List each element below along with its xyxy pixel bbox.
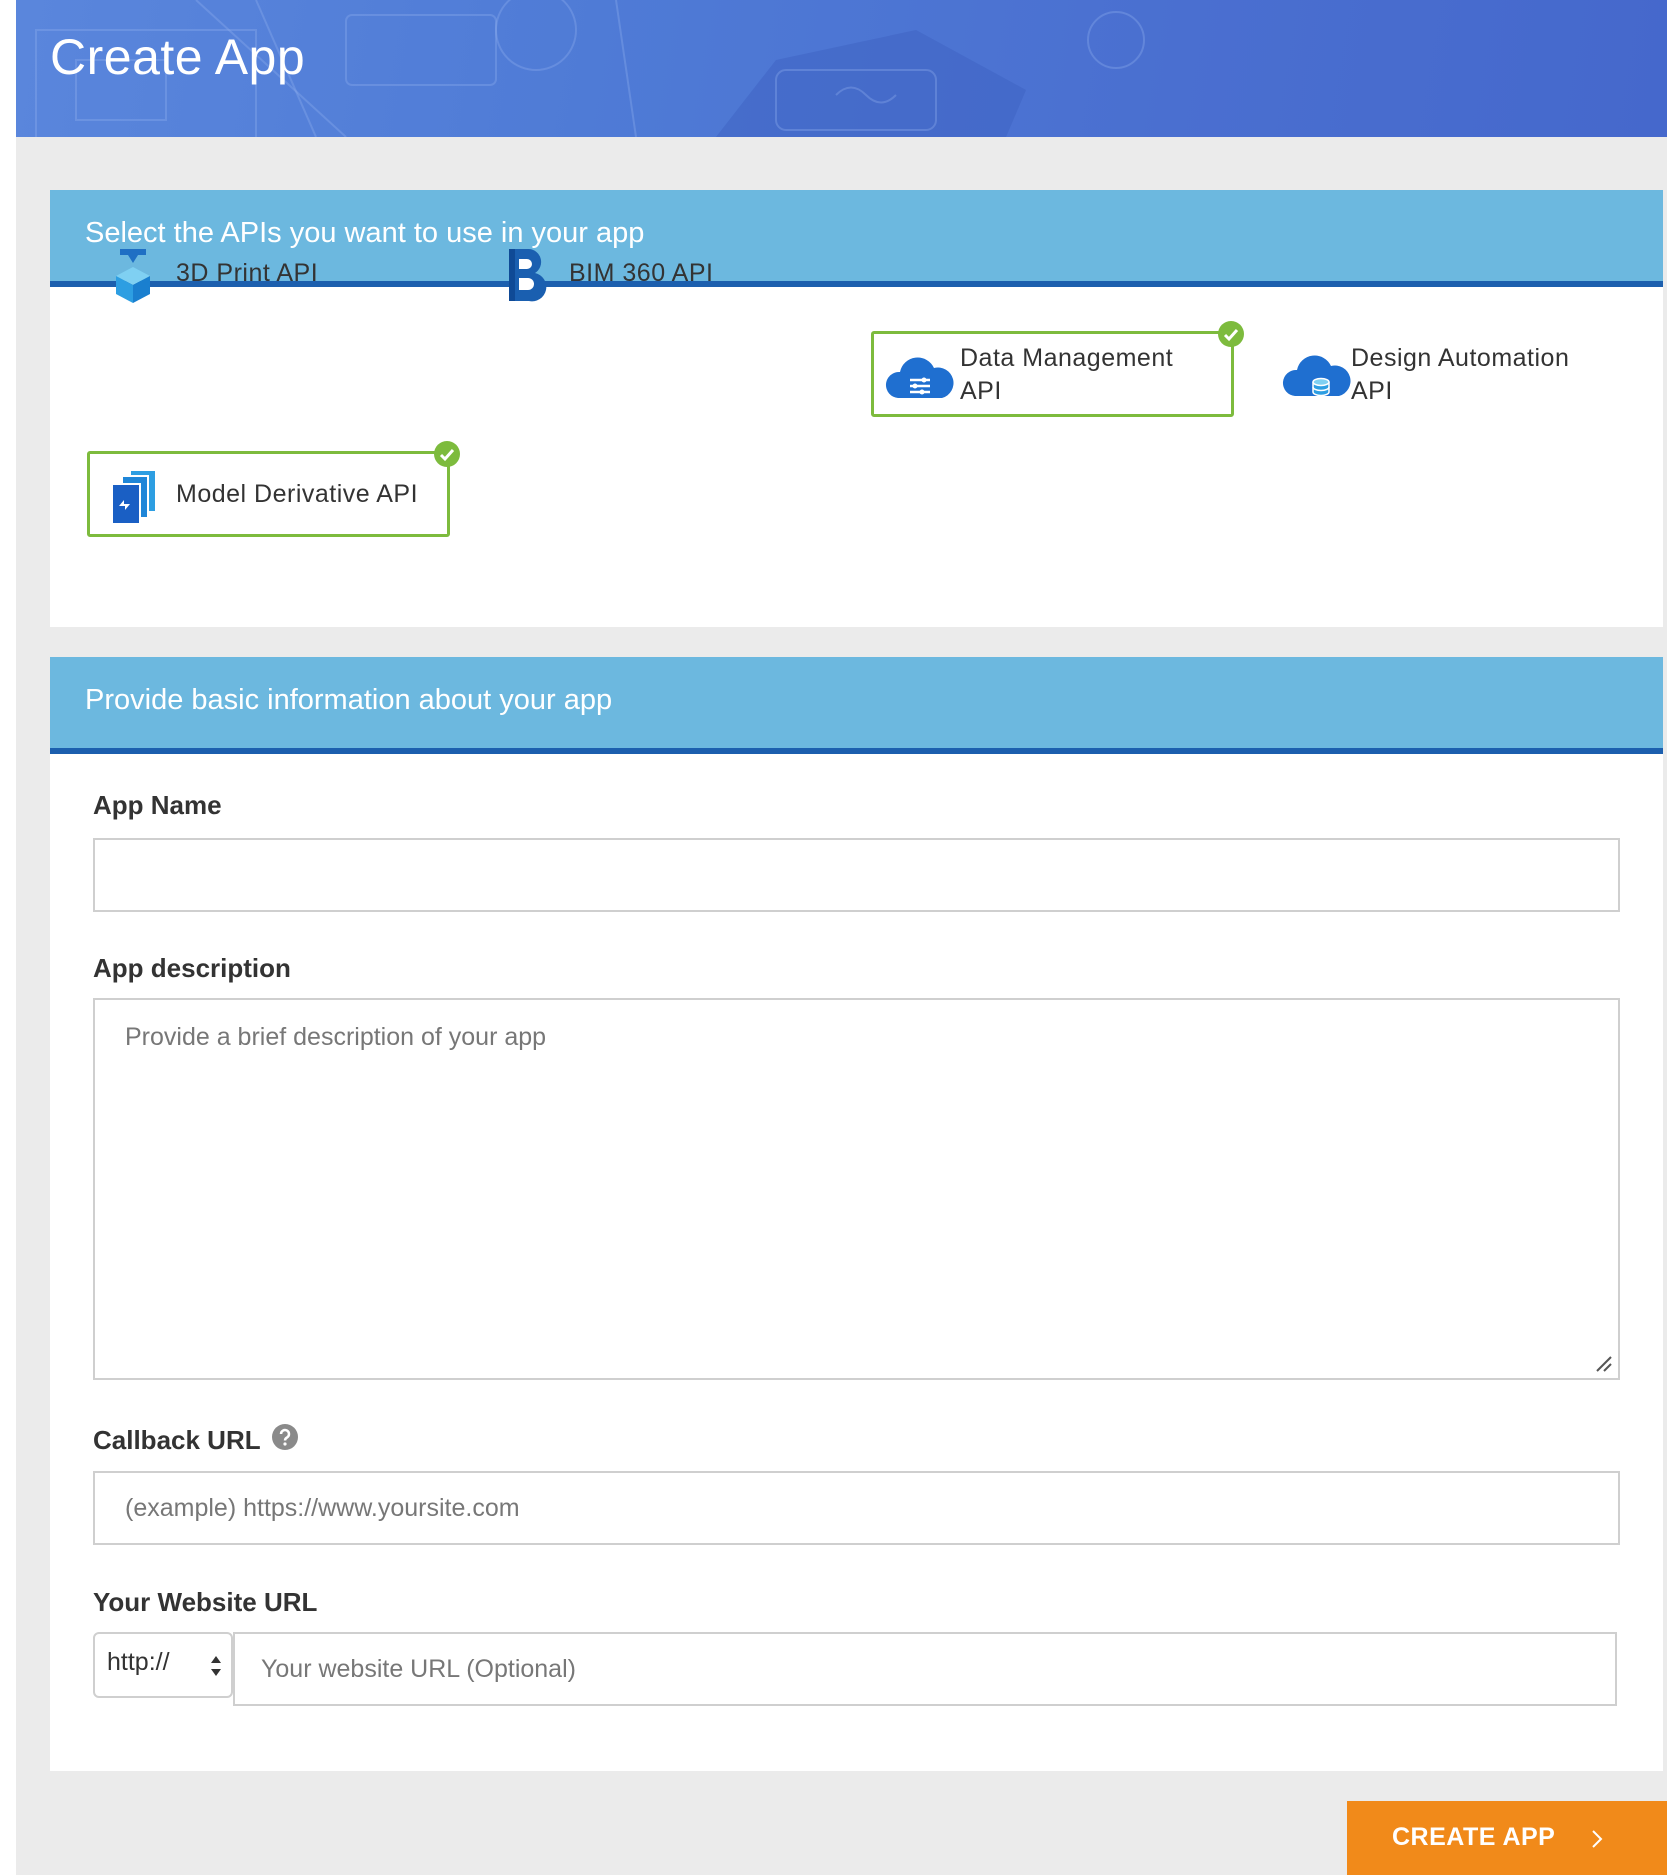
bim360-icon	[509, 249, 547, 302]
app-name-label: App Name	[93, 790, 222, 820]
selected-check-icon	[434, 441, 460, 467]
help-icon[interactable]	[271, 1423, 299, 1451]
api-tile-bim360[interactable]: BIM 360 API	[480, 230, 800, 316]
app-name-input[interactable]	[93, 838, 1620, 912]
api-label-model-derivative: Model Derivative API	[176, 480, 419, 508]
chevron-right-icon	[1592, 1830, 1603, 1848]
api-label-design-automation: Design Automation API	[1351, 344, 1570, 405]
info-section-heading: Provide basic information about your app	[85, 684, 613, 716]
api-tile-data-management[interactable]: Data Management API	[871, 321, 1244, 417]
model-derivative-icon	[111, 469, 157, 525]
create-app-button[interactable]: CREATE APP	[1347, 1801, 1667, 1875]
resize-handle-icon[interactable]	[1593, 1353, 1613, 1373]
callback-url-input[interactable]	[93, 1471, 1620, 1545]
app-description-label: App description	[93, 953, 291, 983]
create-app-button-label: CREATE APP	[1392, 1823, 1556, 1851]
selected-check-icon	[1218, 321, 1244, 347]
callback-url-label: Callback URL	[93, 1423, 299, 1456]
3d-print-icon	[116, 249, 150, 303]
website-url-label: Your Website URL	[93, 1587, 318, 1617]
info-section-header: Provide basic information about your app	[50, 657, 1663, 754]
header-banner: Create App	[16, 0, 1667, 137]
website-url-input[interactable]	[233, 1632, 1617, 1706]
app-info-card: Provide basic information about your app…	[50, 657, 1663, 1771]
api-selection-card: Select the APIs you want to use in your …	[50, 190, 1663, 627]
api-label-3d-print: 3D Print API	[176, 259, 319, 287]
protocol-selected-value: http://	[107, 1648, 170, 1676]
protocol-select[interactable]: http://	[93, 1632, 233, 1698]
select-arrows-icon	[211, 1656, 221, 1676]
api-label-bim360: BIM 360 API	[569, 259, 714, 287]
api-tile-3d-print[interactable]: 3D Print API	[87, 230, 407, 316]
page-title: Create App	[50, 29, 306, 85]
design-automation-cloud-icon	[1282, 355, 1351, 397]
data-management-cloud-icon	[885, 357, 954, 398]
api-tile-model-derivative[interactable]: Model Derivative API	[87, 441, 460, 537]
api-tile-design-automation[interactable]: Design Automation API	[1262, 331, 1662, 417]
app-description-textarea[interactable]	[93, 998, 1620, 1380]
api-label-data-management: Data Management API	[960, 344, 1174, 405]
